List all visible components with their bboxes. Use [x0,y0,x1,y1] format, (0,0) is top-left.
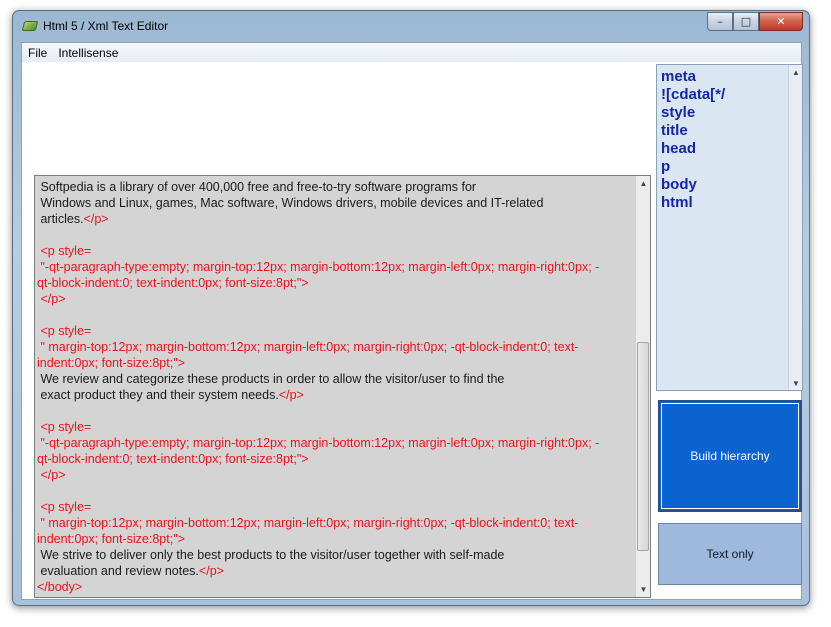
tag-list-item[interactable]: ![cdata[*/ [661,86,725,104]
tag-list-item[interactable]: style [661,104,725,122]
editor-line: Windows and Linux, games, Mac software, … [37,195,633,211]
tag-list-panel[interactable]: meta ![cdata[*/style title head p body html ▲ … [656,64,803,391]
menu-bar: File Intellisense [22,43,801,62]
build-hierarchy-button[interactable]: Build hierarchy [658,400,802,512]
editor-line: <p style= [37,499,633,515]
markup-token: <p style= [37,500,92,514]
text-token: We strive to deliver only the best produ… [37,548,505,562]
editor-line: We review and categorize these products … [37,371,633,387]
editor-scrollbar[interactable]: ▲ ▼ [635,176,650,597]
text-token: articles. [37,212,84,226]
editor-line: <p style= [37,419,633,435]
markup-token: <p style= [37,244,92,258]
maximize-button[interactable]: □ [733,12,759,31]
editor-line: " margin-top:12px; margin-bottom:12px; m… [37,515,633,531]
tag-list-item[interactable]: body [661,176,725,194]
markup-token: qt-block-indent:0; text-indent:0px; font… [37,452,309,466]
tag-list-item[interactable]: title [661,122,725,140]
editor-line: Softpedia is a library of over 400,000 f… [37,179,633,195]
tag-list-item[interactable]: p [661,158,725,176]
code-editor[interactable]: Softpedia is a library of over 400,000 f… [34,175,651,598]
markup-token: </p> [37,292,66,306]
editor-line: articles.</p> [37,211,633,227]
markup-token: </p> [83,212,109,226]
editor-line: </p> [37,291,633,307]
tag-list: meta ![cdata[*/style title head p body html [661,68,725,212]
editor-line: "-qt-paragraph-type:empty; margin-top:12… [37,435,633,451]
editor-line: qt-block-indent:0; text-indent:0px; font… [37,451,633,467]
scroll-up-icon[interactable]: ▲ [789,65,802,79]
window-title: Html 5 / Xml Text Editor [43,19,169,33]
editor-line: indent:0px; font-size:8pt;"> [37,531,633,547]
markup-token: </p> [37,468,66,482]
markup-token: </body> [37,580,83,594]
text-only-button[interactable]: Text only [658,523,802,585]
scroll-down-icon[interactable]: ▼ [789,376,802,390]
app-icon [21,21,39,31]
minimize-button[interactable]: – [707,12,733,31]
editor-line: </p> [37,467,633,483]
scroll-thumb[interactable] [637,342,649,551]
menu-file[interactable]: File [28,46,47,60]
editor-line: <p style= [37,323,633,339]
scroll-down-icon[interactable]: ▼ [636,582,650,597]
markup-token: </p> [278,388,304,402]
markup-token: "-qt-paragraph-type:empty; margin-top:12… [37,260,600,274]
editor-line: evaluation and review notes.</p> [37,563,633,579]
tag-list-item[interactable]: head [661,140,725,158]
markup-token: indent:0px; font-size:8pt;"> [37,532,185,546]
editor-line: </body> [37,579,633,595]
markup-token: <p style= [37,420,92,434]
editor-line: "-qt-paragraph-type:empty; margin-top:12… [37,259,633,275]
text-token: We review and categorize these products … [37,372,505,386]
editor-line: <p style= [37,243,633,259]
markup-token: <p style= [37,324,92,338]
markup-token: qt-block-indent:0; text-indent:0px; font… [37,276,309,290]
menu-intellisense[interactable]: Intellisense [58,46,118,60]
text-token: Windows and Linux, games, Mac software, … [37,196,544,210]
scroll-up-icon[interactable]: ▲ [636,176,650,191]
text-token: Softpedia is a library of over 400,000 f… [37,180,477,194]
tag-list-item[interactable]: meta [661,68,725,86]
markup-token: "-qt-paragraph-type:empty; margin-top:12… [37,436,600,450]
editor-line: exact product they and their system need… [37,387,633,403]
text-token: exact product they and their system need… [37,388,279,402]
text-token: evaluation and review notes. [37,564,199,578]
tag-list-scrollbar[interactable]: ▲ ▼ [788,65,802,390]
title-bar[interactable]: Html 5 / Xml Text Editor – □ ✕ [13,11,809,43]
markup-token: </p> [198,564,224,578]
editor-line: qt-block-indent:0; text-indent:0px; font… [37,275,633,291]
editor-line: indent:0px; font-size:8pt;"> [37,355,633,371]
editor-content[interactable]: Softpedia is a library of over 400,000 f… [37,179,633,595]
app-window: Html 5 / Xml Text Editor – □ ✕ File Inte… [12,10,810,606]
editor-line: We strive to deliver only the best produ… [37,547,633,563]
tag-list-item[interactable]: html [661,194,725,212]
editor-line: " margin-top:12px; margin-bottom:12px; m… [37,339,633,355]
markup-token: " margin-top:12px; margin-bottom:12px; m… [37,340,579,354]
markup-token: indent:0px; font-size:8pt;"> [37,356,185,370]
caption-buttons: – □ ✕ [707,12,803,32]
markup-token: " margin-top:12px; margin-bottom:12px; m… [37,516,579,530]
client-area: File Intellisense Softpedia is a library… [21,42,803,600]
close-button[interactable]: ✕ [759,12,803,31]
